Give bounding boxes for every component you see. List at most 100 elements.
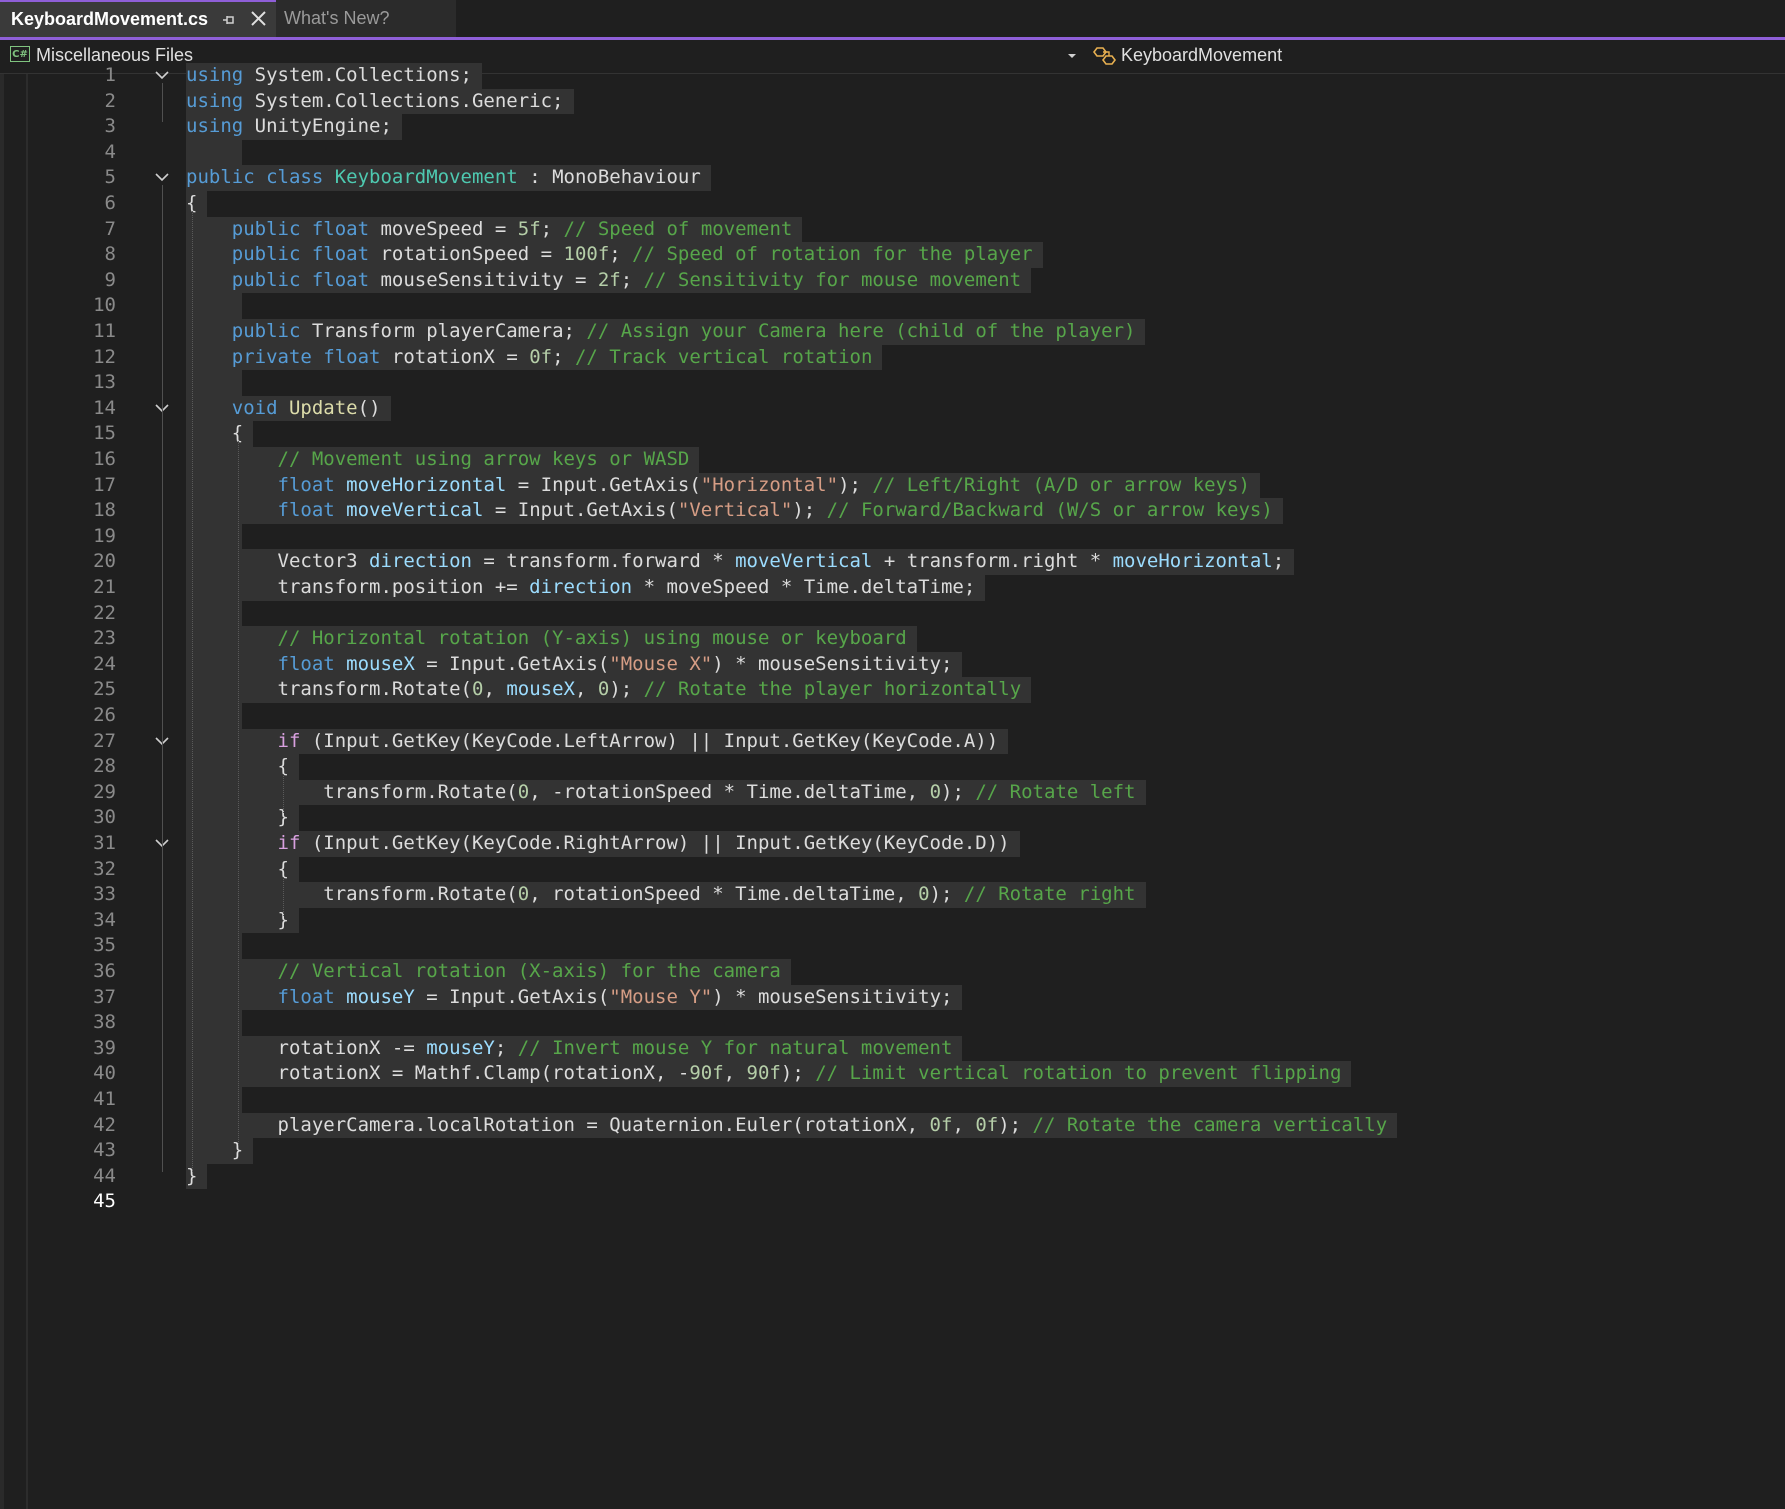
- code-line[interactable]: 12 private float rotationX = 0f; // Trac…: [0, 344, 1785, 371]
- code-text: {: [186, 856, 299, 883]
- line-number: 10: [93, 294, 116, 317]
- indent-guide: [238, 441, 239, 1147]
- code-line[interactable]: 3 using UnityEngine;: [0, 114, 1785, 140]
- line-number: 7: [104, 217, 116, 240]
- code-line[interactable]: 20 Vector3 direction = transform.forward…: [0, 549, 1785, 575]
- code-text: public class KeyboardMovement : MonoBeha…: [186, 165, 711, 191]
- code-line[interactable]: 28 {: [0, 754, 1785, 780]
- line-number: 8: [104, 243, 116, 266]
- code-line[interactable]: 1 using System.Collections;: [0, 63, 1785, 89]
- code-line[interactable]: 24 float mouseX = Input.GetAxis("Mouse X…: [0, 651, 1785, 678]
- line-number: 27: [93, 729, 116, 752]
- code-line[interactable]: 38: [0, 1010, 1785, 1036]
- code-line[interactable]: 42 playerCamera.localRotation = Quaterni…: [0, 1112, 1785, 1139]
- code-line[interactable]: 27 if (Input.GetKey(KeyCode.LeftArrow) |…: [0, 728, 1785, 755]
- code-text: using System.Collections;: [186, 63, 482, 89]
- code-text: {: [186, 754, 299, 780]
- line-number: 42: [93, 1113, 116, 1136]
- code-line[interactable]: 32 {: [0, 856, 1785, 883]
- code-text: }: [186, 1163, 208, 1190]
- code-line[interactable]: 16 // Movement using arrow keys or WASD: [0, 447, 1785, 473]
- pin-icon[interactable]: [222, 14, 236, 26]
- code-line[interactable]: 40 rotationX = Mathf.Clamp(rotationX, -9…: [0, 1061, 1785, 1087]
- code-text: [186, 139, 242, 166]
- code-text: using System.Collections.Generic;: [186, 88, 574, 115]
- line-number: 38: [93, 1011, 116, 1034]
- code-text: transform.Rotate(0, -rotationSpeed * Tim…: [186, 779, 1146, 806]
- line-number: 39: [93, 1036, 116, 1059]
- code-line[interactable]: 11 public Transform playerCamera; // Ass…: [0, 319, 1785, 345]
- code-line[interactable]: 41: [0, 1087, 1785, 1113]
- chevron-down-icon[interactable]: [1065, 51, 1079, 61]
- code-line[interactable]: 18 float moveVertical = Input.GetAxis("V…: [0, 498, 1785, 524]
- code-text: {: [186, 421, 254, 447]
- code-line[interactable]: 21 transform.position += direction * mov…: [0, 575, 1785, 601]
- code-line[interactable]: 23 // Horizontal rotation (Y-axis) using…: [0, 626, 1785, 652]
- line-number: 26: [93, 704, 116, 726]
- code-line[interactable]: 44}: [0, 1163, 1785, 1190]
- line-number: 28: [93, 755, 116, 778]
- code-text: // Movement using arrow keys or WASD: [186, 447, 700, 473]
- fold-chevron-icon[interactable]: [155, 173, 169, 182]
- code-line[interactable]: 13: [0, 370, 1785, 396]
- close-icon[interactable]: [250, 10, 267, 27]
- code-text: Vector3 direction = transform.forward * …: [186, 549, 1295, 575]
- line-number: 21: [93, 576, 116, 598]
- code-line[interactable]: 14 void Update(): [0, 395, 1785, 422]
- code-line[interactable]: 22: [0, 600, 1785, 627]
- line-number: 5: [104, 166, 116, 189]
- line-number: 16: [93, 448, 116, 470]
- code-line[interactable]: 39 rotationX -= mouseY; // Invert mouse …: [0, 1035, 1785, 1062]
- code-line[interactable]: 45: [0, 1189, 1785, 1215]
- code-line[interactable]: 15 {: [0, 421, 1785, 447]
- line-number: 31: [93, 832, 116, 854]
- code-line[interactable]: 33 transform.Rotate(0, rotationSpeed * T…: [0, 882, 1785, 908]
- code-line[interactable]: 36 // Vertical rotation (X-axis) for the…: [0, 959, 1785, 985]
- code-line[interactable]: 10: [0, 293, 1785, 319]
- line-number: 12: [93, 345, 116, 368]
- code-text: if (Input.GetKey(KeyCode.RightArrow) || …: [186, 831, 1020, 857]
- code-line[interactable]: 6{: [0, 191, 1785, 217]
- line-number: 34: [93, 908, 116, 931]
- line-number: 11: [93, 320, 116, 342]
- indent-guide: [192, 211, 193, 1172]
- code-text: void Update(): [186, 395, 391, 422]
- code-line[interactable]: 7 public float moveSpeed = 5f; // Speed …: [0, 216, 1785, 243]
- code-line[interactable]: 5 public class KeyboardMovement : MonoBeh…: [0, 165, 1785, 191]
- line-number: 33: [93, 883, 116, 906]
- code-line[interactable]: 35: [0, 933, 1785, 959]
- code-line[interactable]: 31 if (Input.GetKey(KeyCode.RightArrow) …: [0, 831, 1785, 857]
- code-line[interactable]: 17 float moveHorizontal = Input.GetAxis(…: [0, 472, 1785, 499]
- line-number: 14: [93, 396, 116, 419]
- code-line[interactable]: 19: [0, 523, 1785, 550]
- code-text: transform.Rotate(0, mouseX, 0); // Rotat…: [186, 677, 1032, 703]
- line-number: 6: [104, 192, 116, 214]
- fold-chevron-icon[interactable]: [155, 71, 169, 80]
- line-number: 22: [93, 601, 116, 624]
- code-editor[interactable]: 1 using System.Collections; 2 using System.…: [0, 63, 1785, 1509]
- fold-rail: [162, 748, 163, 814]
- code-line[interactable]: 29 transform.Rotate(0, -rotationSpeed * …: [0, 779, 1785, 806]
- code-line[interactable]: 37 float mouseY = Input.GetAxis("Mouse Y…: [0, 984, 1785, 1011]
- line-number: 35: [93, 934, 116, 957]
- code-line[interactable]: 43 }: [0, 1138, 1785, 1164]
- code-text: rotationX -= mouseY; // Invert mouse Y f…: [186, 1035, 963, 1062]
- code-line[interactable]: 4: [0, 139, 1785, 166]
- tab-whats-new[interactable]: What's New?: [276, 0, 456, 37]
- line-number: 2: [104, 89, 116, 112]
- line-number: 36: [93, 960, 116, 982]
- code-text: public float rotationSpeed = 100f; // Sp…: [186, 242, 1043, 268]
- code-line[interactable]: 8 public float rotationSpeed = 100f; // …: [0, 242, 1785, 268]
- code-line[interactable]: 2 using System.Collections.Generic;: [0, 88, 1785, 115]
- tab-label: What's New?: [284, 8, 390, 28]
- code-line[interactable]: 9 public float mouseSensitivity = 2f; //…: [0, 267, 1785, 294]
- code-line[interactable]: 34 }: [0, 907, 1785, 934]
- tab-strip: KeyboardMovement.cs What's New?: [0, 0, 1785, 40]
- code-line[interactable]: 30 }: [0, 805, 1785, 831]
- line-number: 20: [93, 550, 116, 573]
- code-text: transform.position += direction * moveSp…: [186, 575, 986, 601]
- code-text: public float moveSpeed = 5f; // Speed of…: [186, 216, 803, 243]
- line-number: 30: [93, 806, 116, 829]
- code-line[interactable]: 25 transform.Rotate(0, mouseX, 0); // Ro…: [0, 677, 1785, 703]
- code-line[interactable]: 26: [0, 703, 1785, 729]
